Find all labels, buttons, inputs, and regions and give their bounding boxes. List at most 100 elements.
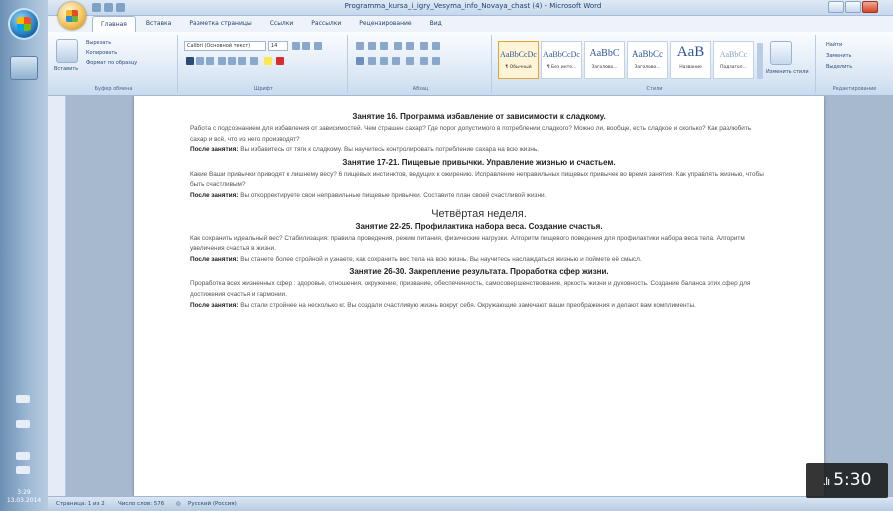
tab-page-layout[interactable]: Разметка страницы xyxy=(181,16,259,32)
word-count[interactable]: Число слов: 576 xyxy=(118,501,164,507)
volume-icon[interactable] xyxy=(16,466,30,474)
shading-icon[interactable] xyxy=(420,57,428,65)
lesson-26-body: Проработка всех жизненных сфер : здоровь… xyxy=(190,279,768,300)
lesson-16-heading: Занятие 16. Программа избавление от зави… xyxy=(352,112,606,121)
style-heading-2[interactable]: AaBbCc Заголово... xyxy=(627,41,668,79)
shrink-font-icon[interactable] xyxy=(302,42,310,50)
style-name: Подзагол... xyxy=(720,65,747,70)
strikethrough-icon[interactable] xyxy=(218,57,226,65)
maximize-button[interactable] xyxy=(845,1,861,13)
after-lead: После занятия: xyxy=(190,301,239,309)
tab-review[interactable]: Рецензирование xyxy=(351,16,419,32)
increase-indent-icon[interactable] xyxy=(406,42,414,50)
lesson-17-heading: Занятие 17-21. Пищевые привычки. Управле… xyxy=(342,157,616,167)
align-right-icon[interactable] xyxy=(380,57,388,65)
line-spacing-icon[interactable] xyxy=(406,57,414,65)
styles-scroll[interactable] xyxy=(757,43,763,79)
tab-view[interactable]: Вид xyxy=(422,16,450,32)
language-status[interactable]: Русский (Россия) xyxy=(188,501,237,507)
after-lead: После занятия: xyxy=(190,255,239,263)
tray-icon[interactable] xyxy=(16,395,30,403)
change-styles-button[interactable] xyxy=(770,41,792,65)
select-button[interactable]: Выделить xyxy=(826,63,852,71)
clipboard-group: Вставить Вырезать Копировать Формат по о… xyxy=(50,35,178,93)
lesson-26-text: Проработка всех жизненных сфер : здоровь… xyxy=(190,280,751,298)
network-icon[interactable] xyxy=(16,452,30,460)
font-size-select[interactable]: 14 xyxy=(268,41,288,51)
tab-references[interactable]: Ссылки xyxy=(262,16,302,32)
minimize-button[interactable] xyxy=(828,1,844,13)
tab-insert[interactable]: Вставка xyxy=(138,16,179,32)
tab-home[interactable]: Главная xyxy=(92,16,136,32)
save-icon[interactable] xyxy=(92,3,101,12)
styles-group-label: Стили xyxy=(646,86,663,92)
ribbon: Вставить Вырезать Копировать Формат по о… xyxy=(48,32,893,96)
lesson-16-after: После занятия: Вы избавитесь от тяги к с… xyxy=(190,145,768,156)
start-button[interactable] xyxy=(8,8,40,40)
change-case-icon[interactable] xyxy=(250,57,258,65)
align-left-icon[interactable] xyxy=(356,57,364,65)
paste-button[interactable] xyxy=(56,39,78,63)
highlight-icon[interactable] xyxy=(264,57,272,65)
signal-bars-icon: .lı xyxy=(822,475,831,488)
window-title: Programma_kursa_i_igry_Vesyma_info_Novay… xyxy=(344,2,602,10)
multilevel-list-icon[interactable] xyxy=(380,42,388,50)
after-text: Вы стали стройнее на несколько кг. Вы со… xyxy=(238,301,696,309)
undo-icon[interactable] xyxy=(104,3,113,12)
spellcheck-icon[interactable]: ◎ xyxy=(176,501,181,507)
find-button[interactable]: Найти xyxy=(826,41,842,49)
style-name: ¶ Обычный xyxy=(505,65,532,70)
bullets-icon[interactable] xyxy=(356,42,364,50)
clear-format-icon[interactable] xyxy=(314,42,322,50)
sort-icon[interactable] xyxy=(420,42,428,50)
style-sample: AaBbCc xyxy=(719,50,748,59)
page-count[interactable]: Страница: 1 из 2 xyxy=(56,501,105,507)
office-button[interactable] xyxy=(58,2,86,30)
lesson-22-heading: Занятие 22-25. Профилактика набора веса.… xyxy=(355,221,603,231)
style-subtitle[interactable]: AaBbCc Подзагол... xyxy=(713,41,754,79)
font-color-icon[interactable] xyxy=(276,57,284,65)
redo-icon[interactable] xyxy=(116,3,125,12)
style-name: Название xyxy=(679,65,702,70)
style-name: Заголово... xyxy=(634,65,661,70)
lesson-26-after: После занятия: Вы стали стройнее на неск… xyxy=(190,301,768,312)
replace-button[interactable]: Заменить xyxy=(826,52,852,60)
close-button[interactable] xyxy=(862,1,878,13)
font-group-label: Шрифт xyxy=(254,86,273,92)
status-bar: Страница: 1 из 2 Число слов: 576 ◎ Русск… xyxy=(48,496,893,511)
italic-icon[interactable] xyxy=(196,57,204,65)
format-painter-button[interactable]: Формат по образцу xyxy=(86,59,137,67)
cut-button[interactable]: Вырезать xyxy=(86,39,111,47)
copy-button[interactable]: Копировать xyxy=(86,49,117,57)
numbering-icon[interactable] xyxy=(368,42,376,50)
decrease-indent-icon[interactable] xyxy=(394,42,402,50)
language-icon[interactable] xyxy=(16,420,30,428)
clipboard-group-label: Буфер обмена xyxy=(94,86,133,92)
show-marks-icon[interactable] xyxy=(432,42,440,50)
os-taskbar: 3:29 13.03.2014 xyxy=(0,0,48,511)
underline-icon[interactable] xyxy=(206,57,214,65)
system-clock[interactable]: 3:29 13.03.2014 xyxy=(0,489,48,505)
lesson-22-body: Как сохранить идеальный вес? Стабилизаци… xyxy=(190,234,768,255)
ribbon-tabs: Главная Вставка Разметка страницы Ссылки… xyxy=(92,16,450,32)
superscript-icon[interactable] xyxy=(238,57,246,65)
style-heading-1[interactable]: AaBbC Заголово... xyxy=(584,41,625,79)
bold-icon[interactable] xyxy=(186,57,194,65)
style-normal[interactable]: AaBbCcDc ¶ Обычный xyxy=(498,41,539,79)
font-name-select[interactable]: Calibri (Основной текст) xyxy=(184,41,266,51)
borders-icon[interactable] xyxy=(432,57,440,65)
document-area[interactable]: Занятие 16. Программа избавление от зави… xyxy=(66,96,893,496)
style-sample: AaBbCcDc xyxy=(500,50,537,59)
document-page[interactable]: Занятие 16. Программа избавление от зави… xyxy=(134,96,824,496)
style-sample: AaBbCcDc xyxy=(543,50,580,59)
word-taskbar-icon[interactable] xyxy=(10,56,38,80)
align-center-icon[interactable] xyxy=(368,57,376,65)
subscript-icon[interactable] xyxy=(228,57,236,65)
styles-group: AaBbCcDc ¶ Обычный AaBbCcDc ¶ Без инте..… xyxy=(494,35,816,93)
style-sample: AaB xyxy=(676,44,705,60)
justify-icon[interactable] xyxy=(392,57,400,65)
style-no-spacing[interactable]: AaBbCcDc ¶ Без инте... xyxy=(541,41,582,79)
grow-font-icon[interactable] xyxy=(292,42,300,50)
style-title[interactable]: AaB Название xyxy=(670,41,711,79)
tab-mailings[interactable]: Рассылки xyxy=(303,16,349,32)
